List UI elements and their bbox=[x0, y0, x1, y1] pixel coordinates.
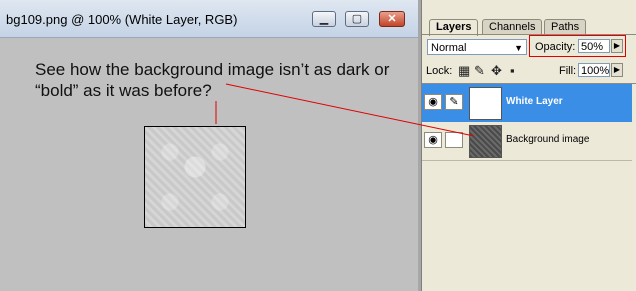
document-title-bar[interactable]: bg109.png @ 100% (White Layer, RGB) ▁ ▢ … bbox=[0, 0, 418, 38]
layer-thumbnail bbox=[469, 87, 502, 120]
annotation-callout: See how the background image isn’t as da… bbox=[35, 59, 389, 101]
opacity-label: Opacity: bbox=[535, 41, 576, 53]
layers-panel: Layers Channels Paths Normal ▼ Opacity: … bbox=[421, 0, 636, 291]
tab-channels[interactable]: Channels bbox=[482, 19, 543, 35]
callout-line-1: See how the background image isn’t as da… bbox=[35, 60, 390, 79]
fill-slider-button[interactable]: ▶ bbox=[611, 63, 623, 77]
visibility-eye-icon[interactable]: ◉ bbox=[424, 132, 442, 148]
fill-input[interactable]: 100% bbox=[578, 63, 610, 77]
layer-row-white-layer[interactable]: ◉ ✎ White Layer bbox=[422, 84, 632, 122]
lock-move-icon[interactable]: ✥ bbox=[491, 64, 502, 77]
brush-icon: ✎ bbox=[445, 94, 463, 110]
opacity-slider-button[interactable]: ▶ bbox=[611, 39, 623, 53]
lock-label: Lock: bbox=[426, 65, 453, 77]
document-title: bg109.png @ 100% (White Layer, RGB) bbox=[6, 12, 238, 27]
layer-thumbnail bbox=[469, 125, 502, 158]
lock-transparency-icon[interactable]: ▦ bbox=[458, 64, 470, 77]
fill-label: Fill: bbox=[559, 65, 577, 77]
lock-brush-icon[interactable]: ✎ bbox=[474, 64, 485, 77]
blend-mode-select[interactable]: Normal ▼ bbox=[427, 39, 527, 55]
opacity-input[interactable]: 50% bbox=[578, 39, 610, 53]
document-window: bg109.png @ 100% (White Layer, RGB) ▁ ▢ … bbox=[0, 0, 418, 291]
link-slot-icon bbox=[445, 132, 463, 148]
lock-all-icon[interactable]: ▪ bbox=[510, 64, 515, 77]
chevron-right-icon: ▶ bbox=[613, 65, 621, 74]
close-icon: ✕ bbox=[387, 13, 397, 25]
maximize-button[interactable]: ▢ bbox=[345, 11, 369, 27]
chevron-down-icon: ▼ bbox=[514, 43, 523, 53]
chevron-right-icon: ▶ bbox=[613, 41, 621, 50]
layer-row-background-image[interactable]: ◉ Background image bbox=[422, 122, 632, 161]
minimize-icon: ▁ bbox=[319, 13, 329, 25]
layer-name: White Layer bbox=[506, 96, 563, 107]
callout-line-2: “bold” as it was before? bbox=[35, 81, 212, 100]
minimize-button[interactable]: ▁ bbox=[312, 11, 336, 27]
pattern-swatch bbox=[144, 126, 246, 228]
tab-paths[interactable]: Paths bbox=[544, 19, 587, 35]
visibility-eye-icon[interactable]: ◉ bbox=[424, 94, 442, 110]
maximize-icon: ▢ bbox=[351, 13, 363, 25]
close-button[interactable]: ✕ bbox=[379, 11, 405, 27]
blend-mode-value: Normal bbox=[431, 42, 467, 54]
layer-name: Background image bbox=[506, 134, 590, 145]
